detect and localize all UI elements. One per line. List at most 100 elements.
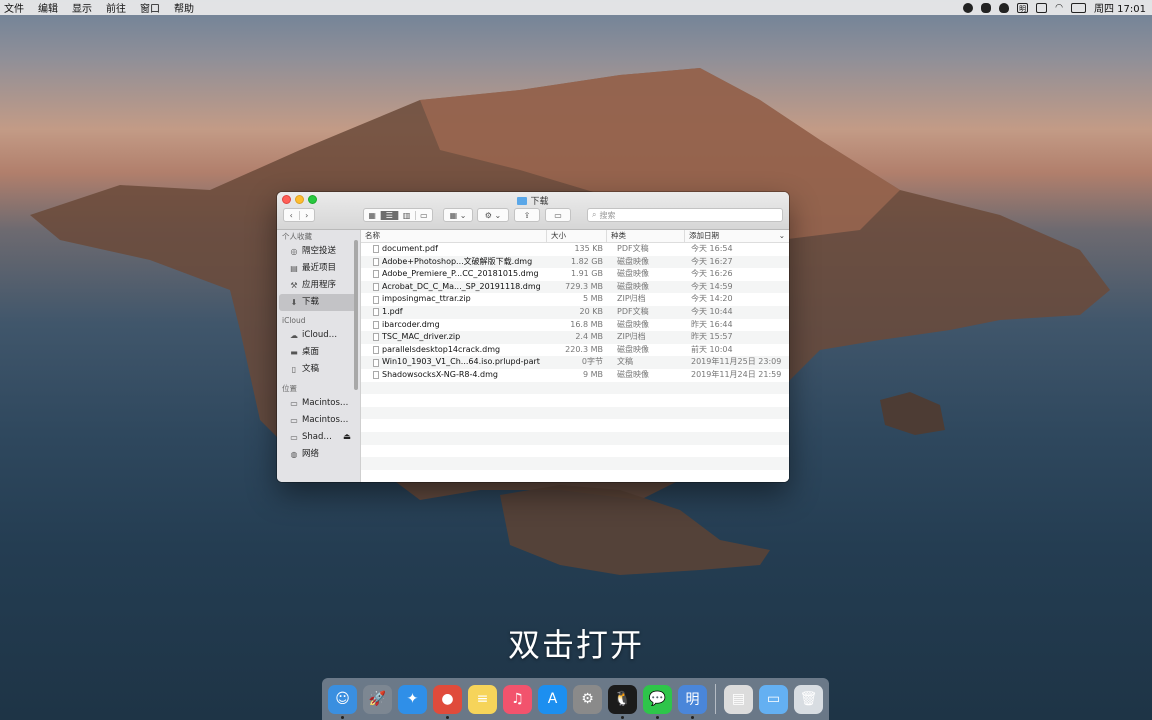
safari-icon[interactable]: ✦ bbox=[398, 684, 427, 714]
menu-edit[interactable]: 编辑 bbox=[38, 0, 58, 15]
sort-chevron-icon: ⌄ bbox=[778, 231, 785, 240]
file-name-cell[interactable]: Acrobat_DC_C_Ma..._SP_20191118.dmg bbox=[361, 281, 547, 294]
window-titlebar[interactable]: 下载 ‹ › ▦ ☰ ▥ ▭ ▦ ⌄ ⚙ ⌄ ⇪ ▭ ⌕ 搜索 bbox=[277, 192, 789, 230]
sidebar-scrollbar[interactable] bbox=[354, 240, 358, 390]
file-kind: PDF文稿 bbox=[617, 306, 649, 316]
file-name: TSC_MAC_driver.zip bbox=[382, 332, 461, 342]
finder-icon[interactable]: ☺ bbox=[328, 684, 357, 719]
file-name: 1.pdf bbox=[382, 306, 403, 316]
icon-view-button[interactable]: ▦ bbox=[364, 210, 382, 220]
file-name-cell[interactable]: Win10_1903_V1_Ch...64.iso.prlupd-part bbox=[361, 356, 547, 369]
file-icon bbox=[373, 295, 379, 304]
list-view-button[interactable]: ☰ bbox=[381, 210, 399, 220]
file-row[interactable]: ibarcoder.dmg 16.8 MB 磁盘映像 昨天 16:44 bbox=[361, 319, 789, 332]
empty-row bbox=[361, 419, 789, 432]
ming-ime-icon[interactable]: 明 bbox=[678, 684, 707, 719]
file-date-added: 今天 14:20 bbox=[691, 294, 733, 304]
file-row[interactable]: ShadowsocksX-NG-R8-4.dmg 9 MB 磁盘映像 2019年11月… bbox=[361, 369, 789, 382]
file-name: imposingmac_ttrar.zip bbox=[382, 294, 471, 304]
trash-icon[interactable]: 🗑 bbox=[794, 684, 823, 714]
wechat-icon[interactable]: 💬 bbox=[643, 684, 672, 719]
sidebar-item-disk-2[interactable]: ▭ Macintos… bbox=[277, 412, 360, 429]
file-row[interactable]: imposingmac_ttrar.zip 5 MB ZIP归档 今天 14:20 bbox=[361, 293, 789, 306]
file-row[interactable]: document.pdf 135 KB PDF文稿 今天 16:54 bbox=[361, 243, 789, 256]
video-subtitle: 双击打开 bbox=[507, 626, 644, 664]
downloads-folder-icon[interactable]: ▭ bbox=[759, 684, 788, 714]
app-store-icon[interactable]: A bbox=[538, 684, 567, 714]
keyboard-icon[interactable] bbox=[1036, 2, 1048, 13]
launchpad-icon[interactable]: 🚀 bbox=[363, 684, 392, 714]
preview-icon[interactable]: ▤ bbox=[724, 684, 753, 714]
file-row[interactable]: parallelsdesktop14crack.dmg 220.3 MB 磁盘映像 前… bbox=[361, 344, 789, 357]
action-button[interactable]: ⚙ ⌄ bbox=[477, 208, 509, 222]
sidebar-item-shadowsocks[interactable]: ▭ Shad… ⏏ bbox=[277, 429, 360, 446]
file-name-cell[interactable]: ibarcoder.dmg bbox=[361, 319, 547, 332]
column-kind[interactable]: 种类 bbox=[607, 230, 685, 242]
record-icon[interactable] bbox=[963, 2, 974, 13]
file-name-cell[interactable]: Adobe_Premiere_P...CC_20181015.dmg bbox=[361, 268, 547, 281]
column-date-added[interactable]: 添加日期 ⌄ bbox=[685, 230, 789, 242]
file-name-cell[interactable]: Adobe+Photoshop...文破解版下载.dmg bbox=[361, 256, 547, 269]
sidebar-item-desktop[interactable]: ▬ 桌面 bbox=[277, 344, 360, 361]
running-indicator bbox=[621, 715, 624, 719]
file-date-added: 今天 16:54 bbox=[691, 244, 733, 253]
sidebar-item-disk-1[interactable]: ▭ Macintos… bbox=[277, 395, 360, 412]
cloud-icon: ☁ bbox=[290, 330, 298, 340]
qq-icon[interactable] bbox=[999, 2, 1010, 13]
music-icon[interactable]: ♫ bbox=[503, 684, 532, 714]
file-row[interactable]: TSC_MAC_driver.zip 2.4 MB ZIP归档 昨天 15:57 bbox=[361, 331, 789, 344]
search-input[interactable]: ⌕ 搜索 bbox=[587, 208, 783, 222]
battery-icon[interactable] bbox=[1071, 2, 1086, 13]
forward-button[interactable]: › bbox=[300, 211, 315, 220]
sidebar-item-network[interactable]: ◍ 网络 bbox=[277, 446, 360, 463]
file-name-cell[interactable]: imposingmac_ttrar.zip bbox=[361, 293, 547, 306]
wifi-icon[interactable]: ◠ bbox=[1055, 3, 1063, 13]
file-size: 5 MB bbox=[582, 294, 603, 304]
file-icon bbox=[373, 346, 379, 355]
file-name-cell[interactable]: 1.pdf bbox=[361, 306, 547, 319]
file-row[interactable]: 1.pdf 20 KB PDF文稿 今天 10:44 bbox=[361, 305, 789, 319]
file-size: 729.3 MB bbox=[565, 281, 603, 291]
gallery-view-button[interactable]: ▭ bbox=[416, 211, 432, 220]
qq-icon[interactable]: 🐧 bbox=[608, 684, 637, 719]
sidebar-item-icloud-drive[interactable]: ☁ iCloud… bbox=[277, 327, 360, 344]
file-row[interactable]: Acrobat_DC_C_Ma..._SP_20191118.dmg 729.3 … bbox=[361, 280, 789, 294]
notes-icon[interactable]: ≡ bbox=[468, 684, 497, 714]
file-row[interactable]: Adobe_Premiere_P...CC_20181015.dmg 1.91 G… bbox=[361, 268, 789, 281]
file-kind: ZIP归档 bbox=[617, 332, 646, 342]
menu-view[interactable]: 显示 bbox=[72, 0, 92, 15]
ming-icon[interactable]: 明 bbox=[1017, 2, 1029, 13]
file-row[interactable]: Adobe+Photoshop...文破解版下载.dmg 1.82 GB 磁盘映像 今… bbox=[361, 255, 789, 269]
menubar-clock[interactable]: 周四 17:01 bbox=[1094, 0, 1146, 15]
wechat-icon[interactable] bbox=[981, 2, 992, 13]
system-preferences-icon[interactable]: ⚙ bbox=[573, 684, 602, 714]
sidebar-item-downloads[interactable]: ⬇ 下载 bbox=[279, 294, 358, 311]
file-kind: 磁盘映像 bbox=[617, 281, 649, 291]
column-name[interactable]: 名称 bbox=[361, 230, 547, 242]
group-button[interactable]: ▦ ⌄ bbox=[443, 208, 473, 222]
sidebar-header-locations: 位置 bbox=[282, 384, 297, 393]
file-icon bbox=[373, 308, 379, 317]
file-name-cell[interactable]: TSC_MAC_driver.zip bbox=[361, 331, 547, 344]
sidebar-item-recents[interactable]: ▤ 最近项目 bbox=[277, 260, 360, 277]
menu-file[interactable]: 文件 bbox=[4, 0, 24, 15]
eject-icon[interactable]: ⏏ bbox=[343, 429, 351, 446]
sidebar-item-airdrop[interactable]: ◎ 隔空投送 bbox=[277, 243, 360, 260]
column-size[interactable]: 大小 bbox=[547, 230, 607, 242]
chrome-icon[interactable]: ● bbox=[433, 684, 462, 719]
sidebar-item-applications[interactable]: ⚒ 应用程序 bbox=[277, 277, 360, 294]
back-button[interactable]: ‹ bbox=[284, 210, 300, 220]
menu-window[interactable]: 窗口 bbox=[140, 0, 160, 15]
file-date-added: 今天 14:59 bbox=[691, 281, 733, 291]
file-name-cell[interactable]: ShadowsocksX-NG-R8-4.dmg bbox=[361, 369, 547, 382]
menu-go[interactable]: 前往 bbox=[106, 0, 126, 15]
column-view-button[interactable]: ▥ bbox=[399, 210, 416, 220]
file-row[interactable]: Win10_1903_V1_Ch...64.iso.prlupd-part 0字节… bbox=[361, 356, 789, 369]
menu-help[interactable]: 帮助 bbox=[174, 0, 194, 15]
tag-button[interactable]: ▭ bbox=[545, 208, 571, 222]
folder-icon bbox=[517, 197, 528, 205]
share-button[interactable]: ⇪ bbox=[514, 208, 540, 222]
file-name-cell[interactable]: document.pdf bbox=[361, 243, 547, 256]
file-name-cell[interactable]: parallelsdesktop14crack.dmg bbox=[361, 344, 547, 357]
sidebar-item-documents[interactable]: ▯ 文稿 bbox=[277, 361, 360, 378]
